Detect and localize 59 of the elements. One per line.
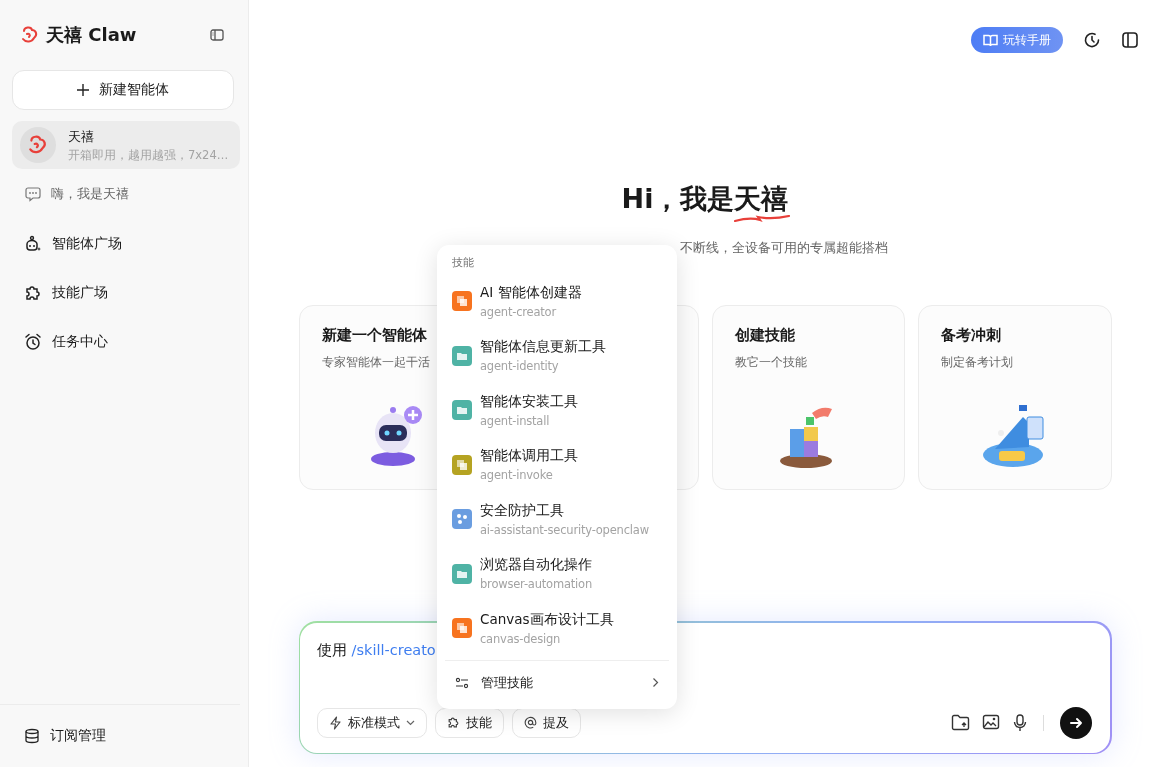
squiggle-underline xyxy=(734,215,791,223)
agent-name: 天禧 xyxy=(68,127,95,146)
card-title: 备考冲刺 xyxy=(941,326,1002,345)
card-description: 专家智能体一起干活 xyxy=(321,355,431,370)
feature-card[interactable]: 备考冲刺 制定备考计划 xyxy=(918,305,1112,490)
new-agent-button[interactable]: 新建智能体 xyxy=(12,70,234,110)
send-button[interactable] xyxy=(1060,706,1092,739)
book-icon xyxy=(983,33,998,47)
alarm-clock-icon[interactable] xyxy=(24,332,42,351)
chat-bubble-icon xyxy=(25,186,41,202)
subtitle-text: 不断线，全设备可用的专属超能搭档 xyxy=(679,239,889,257)
arrow-right-icon xyxy=(1069,715,1083,730)
skill-item[interactable]: 安全防护工具 ai-assistant-security-openclaw xyxy=(445,492,669,547)
chevron-down-icon xyxy=(406,719,415,726)
plus-icon xyxy=(77,84,89,96)
conversation-item[interactable]: 嗨，我是天禧 xyxy=(51,185,129,203)
mention-button[interactable]: 提及 xyxy=(512,707,581,738)
sliders-icon xyxy=(455,675,469,690)
database-icon[interactable] xyxy=(24,728,40,744)
microphone-icon[interactable] xyxy=(1013,713,1027,732)
agent-avatar xyxy=(20,127,56,163)
skill-slug: canvas-design xyxy=(480,631,562,646)
robot-icon[interactable] xyxy=(24,234,42,253)
image-upload-icon[interactable] xyxy=(982,714,1001,731)
logo-text: 天禧 Claw xyxy=(46,23,137,47)
skill-name: 安全防护工具 xyxy=(480,501,565,520)
panel-toggle-icon[interactable] xyxy=(1121,31,1139,49)
nav-item[interactable]: 任务中心 xyxy=(52,332,108,351)
skill-button[interactable]: 技能 xyxy=(435,707,504,738)
feature-card[interactable]: 创建技能 教它一个技能 xyxy=(711,305,905,490)
greeting-text: Hi，我是 xyxy=(621,182,735,216)
card-title: 创建技能 xyxy=(734,326,796,345)
lightning-icon xyxy=(329,715,342,730)
mode-dropdown[interactable]: 标准模式 xyxy=(317,707,427,738)
agent-item[interactable]: 天禧 开箱即用，越用越强，7x24… xyxy=(12,121,240,169)
sidebar-toggle-icon[interactable] xyxy=(210,29,224,41)
puzzle-icon xyxy=(447,716,460,729)
skill-name: AI 智能体创建器 xyxy=(480,283,582,302)
menu-heading: 技能 xyxy=(451,255,475,271)
nav-item[interactable]: 技能广场 xyxy=(52,283,108,302)
skill-item[interactable]: 浏览器自动化操作 browser-automation xyxy=(445,546,669,601)
history-icon[interactable] xyxy=(1083,31,1101,49)
greeting-highlight: 天禧 xyxy=(734,182,789,216)
at-sign-icon xyxy=(524,716,537,729)
manage-skills-item[interactable]: 管理技能 xyxy=(445,664,669,701)
card-description: 教它一个技能 xyxy=(734,355,808,370)
subscription-item[interactable]: 订阅管理 xyxy=(50,727,106,745)
puzzle-icon[interactable] xyxy=(24,283,42,302)
skill-name: 浏览器自动化操作 xyxy=(480,556,592,575)
card-description: 制定备考计划 xyxy=(941,355,1014,370)
card-title: 新建一个智能体 xyxy=(321,326,428,345)
go-podium-illustration xyxy=(982,403,1047,469)
nav-item[interactable]: 智能体广场 xyxy=(52,234,122,253)
chevron-right-icon xyxy=(652,677,659,688)
logo-icon xyxy=(20,25,40,45)
agent-description: 开箱即用，越用越强，7x24… xyxy=(68,147,229,163)
skill-slug: browser-automation xyxy=(480,577,592,592)
skill-slug: ai-assistant-security-openclaw xyxy=(480,522,649,537)
folder-upload-icon[interactable] xyxy=(951,714,970,731)
